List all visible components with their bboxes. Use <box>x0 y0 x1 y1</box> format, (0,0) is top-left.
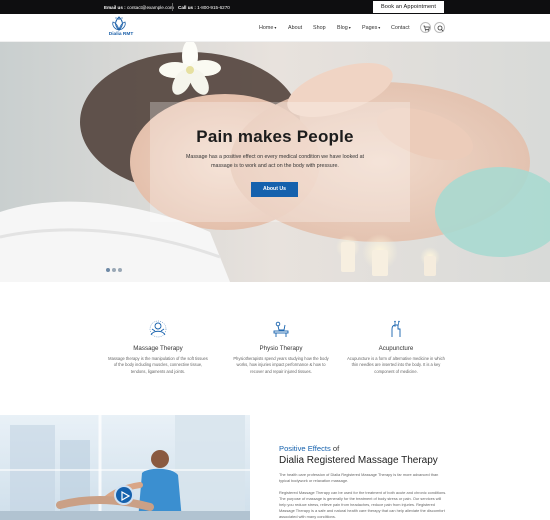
nav-label: Home <box>259 25 274 31</box>
nav-item-shop[interactable]: Shop <box>313 25 326 31</box>
cart-icon <box>423 25 430 32</box>
email-link[interactable]: contact@example.com <box>127 5 174 10</box>
kicker-accent: Positive Effects <box>279 444 331 453</box>
site-header: Dialia RMT Home▾ About Shop Blog▾ Pages▾… <box>0 14 550 42</box>
therapy-photo <box>0 415 250 520</box>
email-label: Email us : <box>104 4 126 10</box>
nav-item-pages[interactable]: Pages▾ <box>362 25 380 31</box>
nav-item-blog[interactable]: Blog▾ <box>337 25 351 31</box>
nav-item-home[interactable]: Home▾ <box>259 25 276 31</box>
chevron-down-icon: ▾ <box>378 25 381 30</box>
nav-label: Shop <box>313 25 326 31</box>
nav-label: Pages <box>362 25 378 31</box>
services-section: Massage Therapy Massage therapy is the m… <box>0 282 550 415</box>
about-section: Positive Effects of Dialia Registered Ma… <box>0 415 550 520</box>
about-paragraph-1: The health care profession of Dialia Reg… <box>279 472 439 483</box>
section-kicker: Positive Effects of <box>279 444 339 453</box>
hero-slider: Pain makes People Massage has a positive… <box>0 42 550 282</box>
video-play-button[interactable] <box>114 485 134 505</box>
section-title: Dialia Registered Massage Therapy <box>279 455 438 466</box>
topbar-divider <box>172 3 173 11</box>
slider-dot-3[interactable] <box>118 268 122 272</box>
search-button[interactable] <box>434 22 445 33</box>
email-contact[interactable]: Email us : contact@example.com <box>104 5 174 10</box>
logo[interactable]: Dialia RMT <box>104 16 134 40</box>
top-bar: Email us : contact@example.com Call us :… <box>0 0 550 14</box>
call-label: Call us : <box>178 4 196 10</box>
slider-dot-2[interactable] <box>112 268 116 272</box>
massage-icon <box>149 320 167 338</box>
acupuncture-icon <box>391 320 401 337</box>
cart-button[interactable] <box>420 22 431 33</box>
about-us-button[interactable]: About Us <box>251 182 298 197</box>
phone-contact[interactable]: Call us : 1-800-915-6270 <box>178 5 230 10</box>
hero-description: Massage has a positive effect on every m… <box>185 154 365 169</box>
nav-item-contact[interactable]: Contact <box>391 25 410 31</box>
play-icon <box>121 491 130 501</box>
nav-label: Contact <box>391 25 410 31</box>
about-paragraph-2: Registered Massage Therapy can be used f… <box>279 490 447 519</box>
slider-dot-1[interactable] <box>106 268 110 272</box>
kicker-rest: of <box>330 444 340 453</box>
service-title: Physio Therapy <box>259 345 303 352</box>
hero-title: Pain makes People <box>196 127 354 146</box>
service-description: Physiotherapists spend years studying ho… <box>233 356 329 374</box>
service-title: Massage Therapy <box>133 345 183 352</box>
physio-icon <box>273 321 289 337</box>
lotus-logo-icon <box>112 16 126 31</box>
service-description: Massage therapy is the manipulation of t… <box>108 356 208 374</box>
service-title: Acupuncture <box>378 345 414 352</box>
brand-name: Dialia RMT <box>108 32 134 37</box>
service-description: Acupuncture is a form of alternative med… <box>347 356 445 374</box>
chevron-down-icon: ▾ <box>274 25 277 30</box>
phone-link[interactable]: 1-800-915-6270 <box>197 5 230 10</box>
nav-label: Blog <box>337 25 348 31</box>
book-appointment-button[interactable]: Book an Appointment <box>373 1 444 13</box>
nav-item-about[interactable]: About <box>288 25 302 31</box>
search-icon <box>437 25 444 32</box>
nav-label: About <box>288 25 303 31</box>
chevron-down-icon: ▾ <box>348 25 351 30</box>
